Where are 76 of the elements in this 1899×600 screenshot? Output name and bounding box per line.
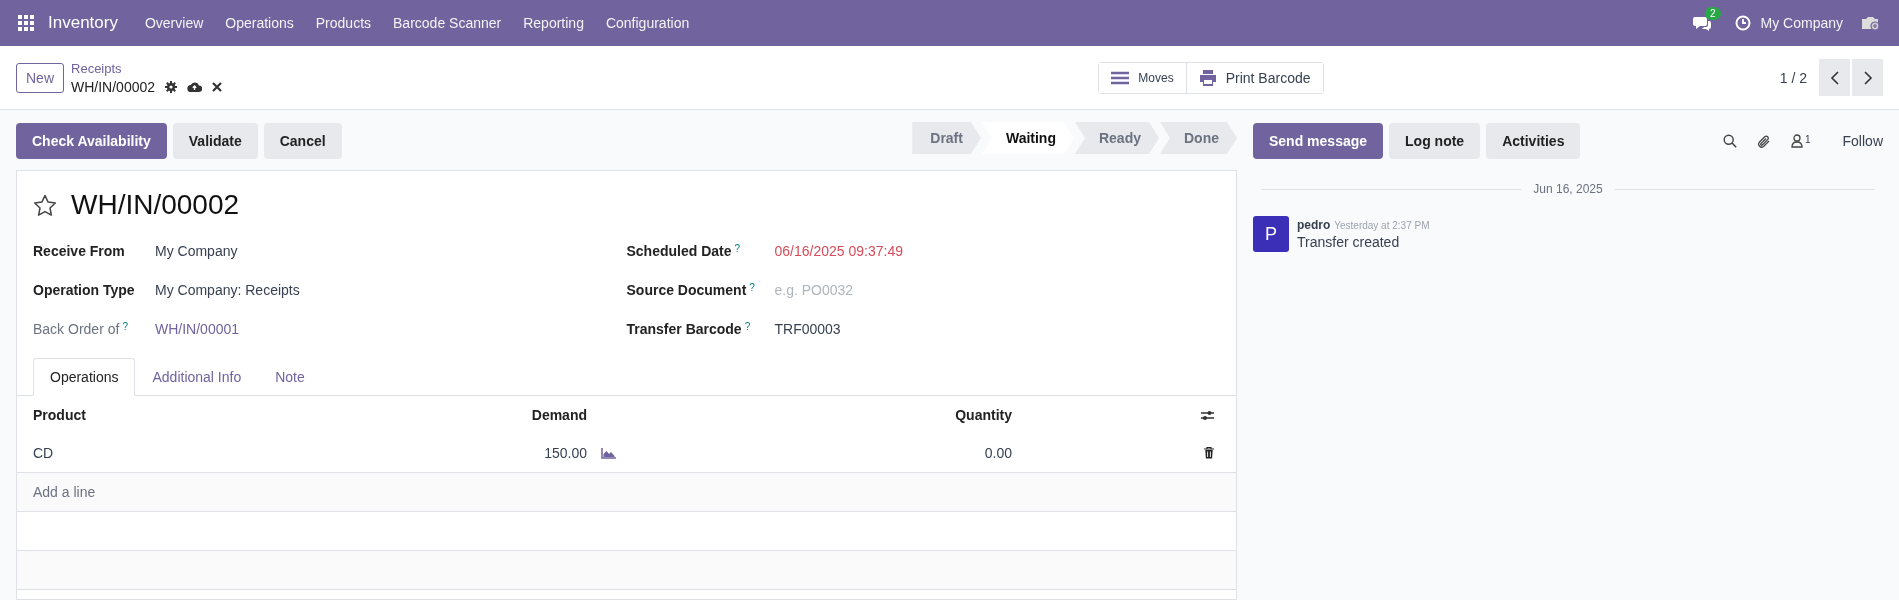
menu-item[interactable]: Configuration (594, 15, 701, 31)
menu-item[interactable]: Barcode Scanner (382, 15, 513, 31)
action-button[interactable]: Validate (172, 123, 258, 159)
notebook-tab[interactable]: Note (258, 358, 322, 396)
follow-button[interactable]: Follow (1842, 133, 1883, 149)
status-stage[interactable]: Ready (1074, 122, 1159, 154)
message-text: Transfer created (1297, 234, 1401, 250)
help-tooltip[interactable]: ? (734, 242, 741, 254)
paperclip-icon[interactable] (1756, 133, 1771, 149)
camera-icon[interactable] (1861, 15, 1881, 31)
followers-button[interactable]: 1 (1790, 134, 1811, 148)
message-time: Yesterday at 2:37 PM (1334, 220, 1430, 231)
column-header[interactable]: Demand (303, 407, 587, 423)
record-name: WH/IN/00002 (71, 78, 156, 95)
moves-button[interactable]: Moves (1099, 62, 1187, 93)
menu-item[interactable]: Products (304, 15, 383, 31)
chevron-right-icon (1862, 70, 1873, 85)
field-label: Operation Type (33, 281, 135, 298)
field-link[interactable]: WH/IN/00001 (155, 320, 240, 337)
gear-icon[interactable] (165, 80, 178, 93)
column-header[interactable]: Quantity (641, 407, 1012, 423)
notebook-tab[interactable]: Additional Info (135, 358, 259, 396)
field-value[interactable]: My Company: Receipts (155, 281, 300, 298)
trash-icon[interactable] (1204, 447, 1214, 459)
menu-item[interactable]: Overview (133, 15, 215, 31)
field-label: Scheduled Date (626, 242, 732, 259)
message-author[interactable]: pedro (1297, 218, 1331, 232)
area-chart-icon[interactable] (601, 447, 616, 459)
previous-record-button[interactable] (1819, 59, 1850, 96)
list-icon (1111, 70, 1130, 85)
pager-counter[interactable]: 1 / 2 (1779, 69, 1807, 86)
action-button[interactable]: Cancel (263, 123, 342, 159)
field-label: Transfer Barcode (626, 320, 742, 337)
cloud-upload-icon[interactable] (187, 80, 203, 93)
app-name[interactable]: Inventory (48, 13, 118, 33)
record-title: WH/IN/00002 (71, 189, 240, 221)
chevron-left-icon (1829, 70, 1840, 85)
app-grid-icon[interactable] (18, 15, 34, 31)
field-label: Receive From (33, 242, 125, 259)
menu-item[interactable]: Reporting (512, 15, 595, 31)
message-count-badge: 2 (1704, 7, 1721, 20)
company-switcher[interactable]: My Company (1760, 15, 1843, 31)
table-cell-text: 0.00 (983, 445, 1012, 461)
notebook-tab[interactable]: Operations (33, 358, 136, 396)
add-line-link[interactable]: Add a line (33, 484, 96, 500)
status-stage[interactable]: Waiting (981, 122, 1074, 154)
field-value[interactable]: My Company (155, 242, 238, 259)
chat-icon[interactable] (1692, 15, 1711, 31)
menu-item[interactable]: Operations (214, 15, 305, 31)
field-value[interactable]: 06/16/2025 09:37:49 (774, 242, 903, 259)
column-header[interactable]: Product (33, 407, 303, 423)
help-tooltip[interactable]: ? (749, 281, 755, 293)
chatter-button[interactable]: Log note (1389, 123, 1481, 159)
next-record-button[interactable] (1852, 59, 1883, 96)
close-icon[interactable] (212, 81, 223, 92)
help-tooltip[interactable]: ? (744, 320, 751, 332)
chatter-button[interactable]: Activities (1486, 123, 1581, 159)
field-label: Source Document (626, 281, 747, 298)
printer-icon (1198, 69, 1217, 86)
chatter-button[interactable]: Send message (1253, 123, 1384, 159)
status-stage[interactable]: Draft (912, 122, 981, 154)
new-button[interactable]: New (16, 62, 64, 93)
field-label: Back Order of (33, 320, 120, 337)
table-cell-text: CD (33, 445, 55, 461)
search-icon[interactable] (1722, 134, 1737, 148)
breadcrumb-link[interactable]: Receipts (71, 60, 223, 76)
action-button[interactable]: Check Availability (16, 123, 167, 159)
help-tooltip[interactable]: ? (122, 320, 128, 332)
avatar[interactable]: P (1253, 216, 1289, 252)
column-settings-icon[interactable] (1201, 409, 1214, 421)
date-separator: Jun 16, 2025 (1533, 182, 1603, 196)
status-stage[interactable]: Done (1160, 122, 1237, 154)
star-icon[interactable] (33, 193, 57, 217)
clock-icon[interactable] (1734, 15, 1751, 31)
table-cell-text: 150.00 (543, 445, 587, 461)
field-value[interactable]: TRF00003 (774, 320, 841, 337)
